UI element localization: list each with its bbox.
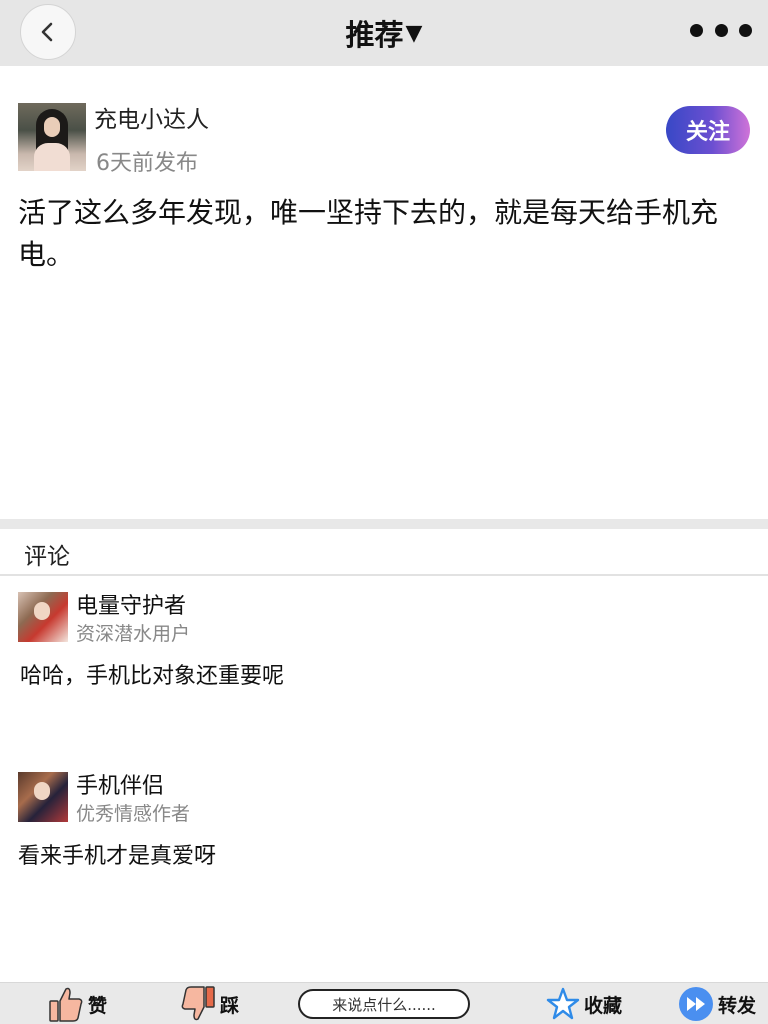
section-divider [0,519,768,529]
comment-text: 看来手机才是真爱呀 [18,844,217,869]
author-avatar[interactable] [18,103,86,171]
divider [0,574,768,576]
more-dot [690,23,703,37]
fast-forward-icon [679,987,713,1021]
commenter-name[interactable]: 电量守护者 [76,588,186,620]
avatar-face [34,602,50,620]
caret-down-icon: ▼ [405,20,423,46]
more-dot [714,23,728,37]
like-label: 赞 [88,994,108,1017]
dislike-button[interactable]: 踩 [180,983,239,1024]
commenter-name[interactable]: 手机伴侣 [76,768,164,800]
commenter-avatar[interactable] [18,772,68,822]
comments-heading: 评论 [24,544,70,570]
page-title: 推荐 [345,18,404,52]
share-button[interactable]: 转发 [678,983,756,1024]
feed-selector[interactable]: 推荐 ▼ [0,12,768,54]
more-dot [739,23,752,37]
more-options-button[interactable] [690,20,752,40]
follow-button[interactable]: 关注 [666,106,750,154]
commenter-avatar[interactable] [18,592,68,642]
post-timestamp: 6天前发布 [96,151,198,176]
avatar-face [34,782,50,800]
commenter-badge: 资深潜水用户 [76,623,191,645]
thumbs-down-icon [181,986,215,1021]
avatar-body [34,143,70,171]
top-nav-bar: 推荐 ▼ [0,0,768,66]
like-button[interactable]: 赞 [48,983,107,1024]
avatar-face [44,117,60,137]
thumbs-up-icon [49,987,83,1022]
star-icon [546,987,580,1020]
favorite-label: 收藏 [584,994,623,1017]
post-content: 活了这么多年发现，唯一坚持下去的，就是每天给手机充电。 [18,196,719,271]
author-name[interactable]: 充电小达人 [94,100,209,134]
favorite-button[interactable]: 收藏 [546,983,622,1024]
share-label: 转发 [718,994,757,1017]
bottom-action-bar: 赞 踩 来说点什么...... 收藏 转发 [0,982,768,1024]
dislike-label: 踩 [220,994,240,1017]
commenter-badge: 优秀情感作者 [76,803,191,825]
comment-text: 哈哈，手机比对象还重要呢 [20,664,285,689]
comment-input[interactable]: 来说点什么...... [298,989,470,1019]
post-detail-page: 推荐 ▼ 充电小达人 6天前发布 关注 活了这么多年发现，唯一坚持下去的，就是每… [0,0,768,1024]
